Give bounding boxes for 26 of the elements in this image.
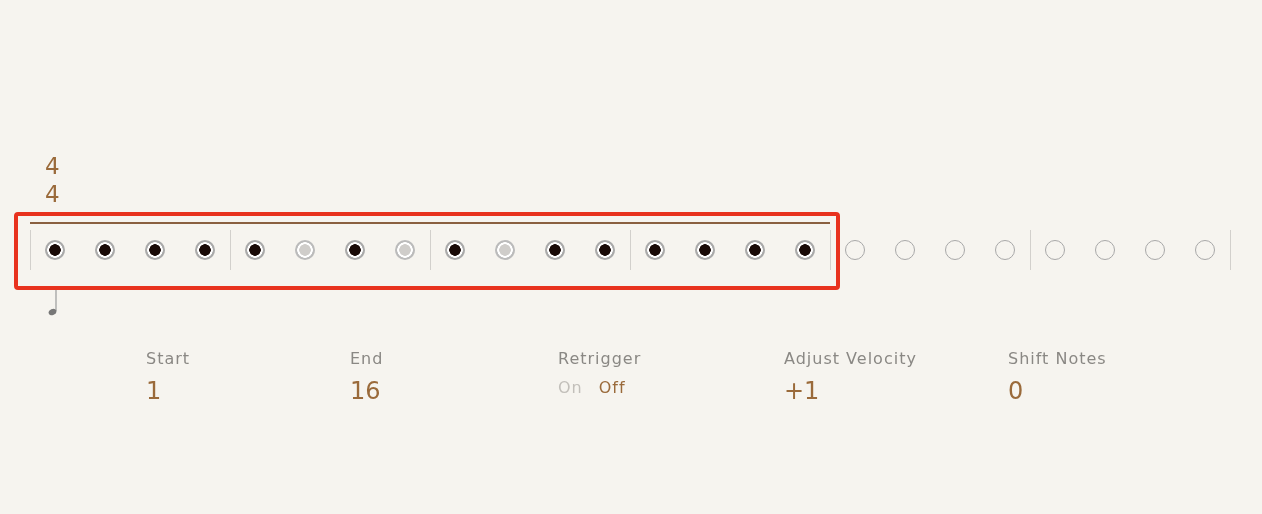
step-button[interactable] [645, 240, 665, 260]
parameter-label: Retrigger [558, 348, 642, 370]
parameter-value[interactable]: 1 [146, 374, 162, 408]
step-button[interactable] [695, 240, 715, 260]
parameter-label: Adjust Velocity [784, 348, 917, 370]
step-button[interactable] [195, 240, 215, 260]
step-button[interactable] [45, 240, 65, 260]
step-button[interactable] [145, 240, 165, 260]
parameter-value[interactable]: +1 [784, 374, 820, 408]
parameter-value[interactable]: 16 [350, 374, 381, 408]
step-button[interactable] [95, 240, 115, 260]
parameter-label: End [350, 348, 384, 370]
parameter-label: Shift Notes [1008, 348, 1107, 370]
step-button[interactable] [595, 240, 615, 260]
step-button[interactable] [445, 240, 465, 260]
step-button[interactable] [745, 240, 765, 260]
step-button[interactable] [245, 240, 265, 260]
parameter-value[interactable]: 0 [1008, 374, 1024, 408]
step-button[interactable] [795, 240, 815, 260]
time-signature-numerator: 4 [45, 152, 60, 180]
time-signature-denominator: 4 [45, 180, 60, 208]
toggle-option[interactable]: Off [598, 378, 626, 397]
parameter-label: Start [146, 348, 191, 370]
quarter-note-icon[interactable] [47, 290, 59, 316]
step-button[interactable] [545, 240, 565, 260]
step-button[interactable] [345, 240, 365, 260]
